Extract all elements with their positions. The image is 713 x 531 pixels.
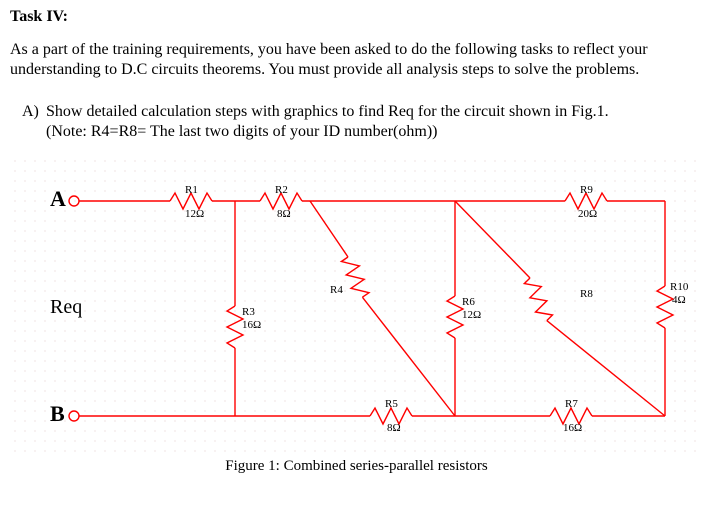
r4-name: R4 [330, 284, 343, 296]
r6-name: R6 [462, 296, 475, 308]
node-b-label: B [50, 401, 65, 427]
r2-value: 8Ω [277, 208, 291, 220]
r3-name: R3 [242, 306, 255, 318]
r8-name: R8 [580, 288, 593, 300]
intro-text: As a part of the training requirements, … [10, 40, 703, 80]
part-a: A) Show detailed calculation steps with … [22, 102, 703, 142]
r5-value: 8Ω [387, 422, 401, 434]
r7-name: R7 [565, 398, 578, 410]
r1-value: 12Ω [185, 208, 204, 220]
r6-value: 12Ω [462, 309, 481, 321]
r10-name: R10 [670, 281, 688, 293]
r9-value: 20Ω [578, 208, 597, 220]
r3-value: 16Ω [242, 319, 261, 331]
r5-name: R5 [385, 398, 398, 410]
part-text: Show detailed calculation steps with gra… [46, 103, 609, 120]
part-note: (Note: R4=R8= The last two digits of you… [46, 123, 437, 140]
part-letter: A) [22, 102, 42, 122]
figure-1: A B Req R1 12Ω R2 8Ω R3 16Ω R4 R5 8Ω R6 … [10, 156, 700, 456]
task-title: Task IV: [10, 8, 703, 26]
req-label: Req [50, 296, 82, 319]
r9-name: R9 [580, 184, 593, 196]
r10-value: 4Ω [672, 294, 686, 306]
node-a-label: A [50, 186, 66, 212]
figure-caption: Figure 1: Combined series-parallel resis… [10, 458, 703, 475]
r7-value: 16Ω [563, 422, 582, 434]
r2-name: R2 [275, 184, 288, 196]
circuit-diagram [10, 156, 700, 456]
r1-name: R1 [185, 184, 198, 196]
